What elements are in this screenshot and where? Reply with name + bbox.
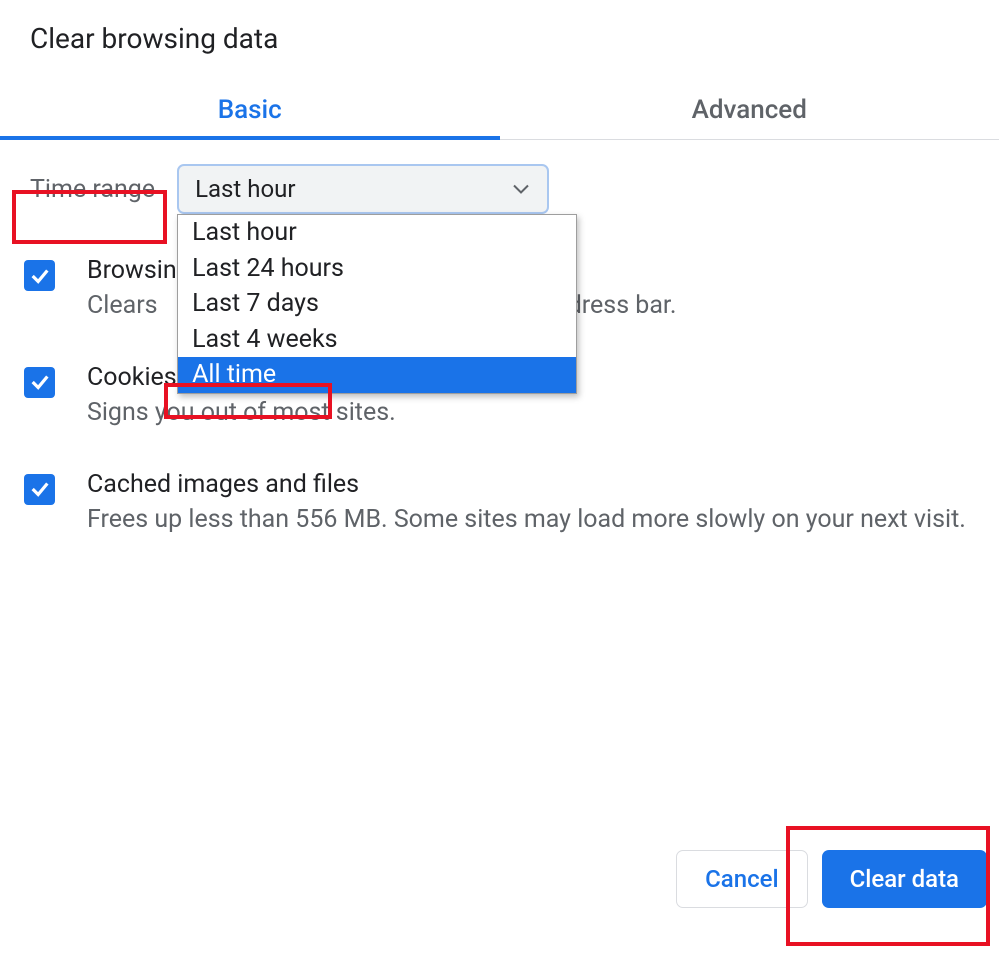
clear-browsing-data-dialog: Clear browsing data Basic Advanced Time … — [0, 0, 999, 536]
time-option-last-4-weeks[interactable]: Last 4 weeks — [178, 322, 576, 358]
time-range-row: Time range Last hour Last hour Last 24 h… — [24, 164, 971, 214]
cached-desc: Frees up less than 556 MB. Some sites ma… — [87, 503, 971, 537]
dialog-title: Clear browsing data — [30, 22, 999, 55]
dialog-footer: Cancel Clear data — [676, 850, 987, 908]
checkmark-icon — [29, 265, 51, 287]
time-option-last-hour[interactable]: Last hour — [178, 215, 576, 251]
tabs: Basic Advanced — [0, 83, 999, 140]
chevron-down-icon — [513, 180, 529, 199]
tab-advanced[interactable]: Advanced — [500, 83, 999, 139]
time-option-all-time[interactable]: All time — [178, 357, 576, 393]
time-range-dropdown: Last hour Last 24 hours Last 7 days Last… — [177, 214, 577, 394]
time-range-selected-value: Last hour — [195, 175, 295, 203]
time-range-select[interactable]: Last hour Last hour Last 24 hours Last 7… — [177, 164, 549, 214]
cached-checkbox[interactable] — [24, 474, 55, 505]
time-range-label: Time range — [24, 171, 161, 208]
cookies-checkbox[interactable] — [24, 367, 55, 398]
time-option-last-24-hours[interactable]: Last 24 hours — [178, 251, 576, 287]
tab-basic[interactable]: Basic — [0, 83, 500, 139]
cookies-desc: Signs you out of most sites. — [87, 396, 971, 430]
checkmark-icon — [29, 478, 51, 500]
cached-row: Cached images and files Frees up less th… — [24, 470, 971, 537]
clear-data-button[interactable]: Clear data — [822, 850, 987, 908]
time-option-last-7-days[interactable]: Last 7 days — [178, 286, 576, 322]
cancel-button[interactable]: Cancel — [676, 850, 807, 908]
cached-title: Cached images and files — [87, 470, 971, 499]
checkmark-icon — [29, 371, 51, 393]
browsing-history-checkbox[interactable] — [24, 260, 55, 291]
dialog-body: Time range Last hour Last hour Last 24 h… — [0, 140, 999, 536]
cached-texts: Cached images and files Frees up less th… — [87, 470, 971, 537]
